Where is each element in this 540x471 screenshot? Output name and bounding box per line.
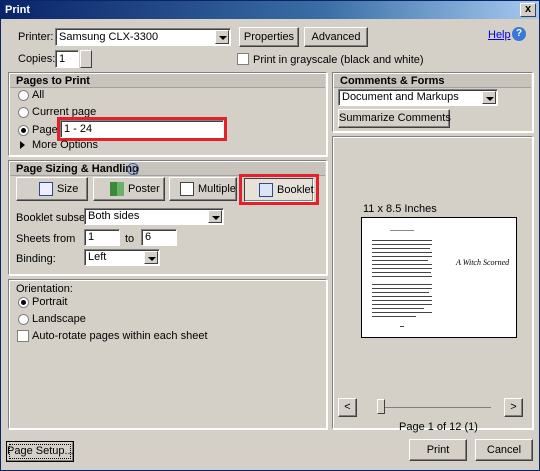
expand-triangle-icon [20, 141, 25, 149]
preview-left-page [368, 226, 436, 330]
size-label: Size [57, 183, 79, 195]
copies-stepper[interactable] [80, 50, 92, 68]
printer-select[interactable]: Samsung CLX-3300 [55, 28, 231, 46]
window-title: Print [5, 4, 31, 16]
prev-page-button[interactable]: < [338, 398, 357, 417]
chevron-down-icon [144, 251, 158, 264]
cancel-button[interactable]: Cancel [475, 439, 533, 461]
highlight-box [239, 174, 319, 205]
help-icon[interactable]: ? [512, 27, 526, 41]
preview-size-label: 11 x 8.5 Inches [363, 203, 437, 215]
page-slider-track [381, 407, 491, 408]
page-slider-thumb[interactable] [377, 399, 385, 414]
comments-select[interactable]: Document and Markups [338, 89, 498, 106]
chevron-down-icon [215, 30, 229, 44]
sizing-heading-label: Page Sizing & Handling [16, 163, 139, 175]
comments-heading: Comments & Forms [334, 74, 531, 88]
next-page-button[interactable]: > [504, 398, 523, 417]
preview-right-title: A Witch Scorned [456, 258, 510, 267]
booklet-subset-label: Booklet subset: [16, 212, 92, 224]
info-icon[interactable]: i [127, 163, 139, 175]
all-radio[interactable] [18, 90, 29, 101]
help-link[interactable]: Help [488, 29, 511, 41]
summarize-comments-button[interactable]: Summarize Comments [338, 109, 451, 128]
page-setup-button[interactable]: Page Setup... [6, 441, 74, 462]
size-button[interactable]: Size [16, 177, 88, 201]
sheets-to-label: to [125, 233, 135, 245]
copies-input[interactable]: 1 [55, 50, 79, 68]
advanced-button[interactable]: Advanced [304, 27, 368, 47]
highlight-box [57, 117, 227, 141]
title-bar: Print x [1, 1, 539, 19]
printer-value: Samsung CLX-3300 [59, 31, 159, 43]
chevron-down-icon [482, 91, 496, 104]
pages-radio[interactable] [18, 125, 29, 136]
sheets-from-label: Sheets from [16, 233, 76, 245]
poster-label: Poster [128, 183, 160, 195]
portrait-label: Portrait [32, 296, 68, 308]
more-options-toggle[interactable]: More Options [32, 139, 98, 151]
autorotate-checkbox[interactable] [17, 330, 29, 342]
all-label: All [32, 89, 45, 101]
preview-sheet: A Witch Scorned [361, 217, 517, 338]
portrait-radio[interactable] [18, 297, 29, 308]
booklet-subset-select[interactable]: Both sides [84, 208, 224, 225]
orientation-label: Orientation: [16, 283, 73, 295]
sheets-to-input[interactable]: 6 [141, 229, 177, 246]
current-page-radio[interactable] [18, 107, 29, 118]
print-button[interactable]: Print [409, 439, 467, 461]
close-button[interactable]: x [520, 3, 536, 17]
multiple-button[interactable]: Multiple [169, 177, 237, 201]
poster-icon [110, 182, 124, 196]
multiple-icon [180, 182, 194, 196]
binding-select[interactable]: Left [84, 249, 160, 266]
binding-label: Binding: [16, 253, 56, 265]
booklet-subset-value: Both sides [88, 210, 140, 222]
autorotate-label: Auto-rotate pages within each sheet [32, 330, 208, 342]
page-info: Page 1 of 12 (1) [399, 421, 478, 433]
comments-value: Document and Markups [342, 91, 459, 103]
print-dialog: Print x Printer: Samsung CLX-3300 Proper… [0, 0, 540, 471]
chevron-down-icon [208, 210, 222, 223]
copies-label: Copies: [18, 53, 56, 65]
landscape-label: Landscape [32, 313, 86, 325]
grayscale-checkbox[interactable] [237, 53, 249, 65]
sheets-from-input[interactable]: 1 [84, 229, 120, 246]
landscape-radio[interactable] [18, 314, 29, 325]
grayscale-label: Print in grayscale (black and white) [253, 54, 424, 66]
pages-heading: Pages to Print [10, 74, 325, 88]
binding-value: Left [88, 251, 107, 263]
multiple-label: Multiple [198, 183, 236, 195]
poster-button[interactable]: Poster [93, 177, 165, 201]
properties-button[interactable]: Properties [239, 27, 299, 47]
printer-label: Printer: [18, 31, 54, 43]
size-icon [39, 182, 53, 196]
